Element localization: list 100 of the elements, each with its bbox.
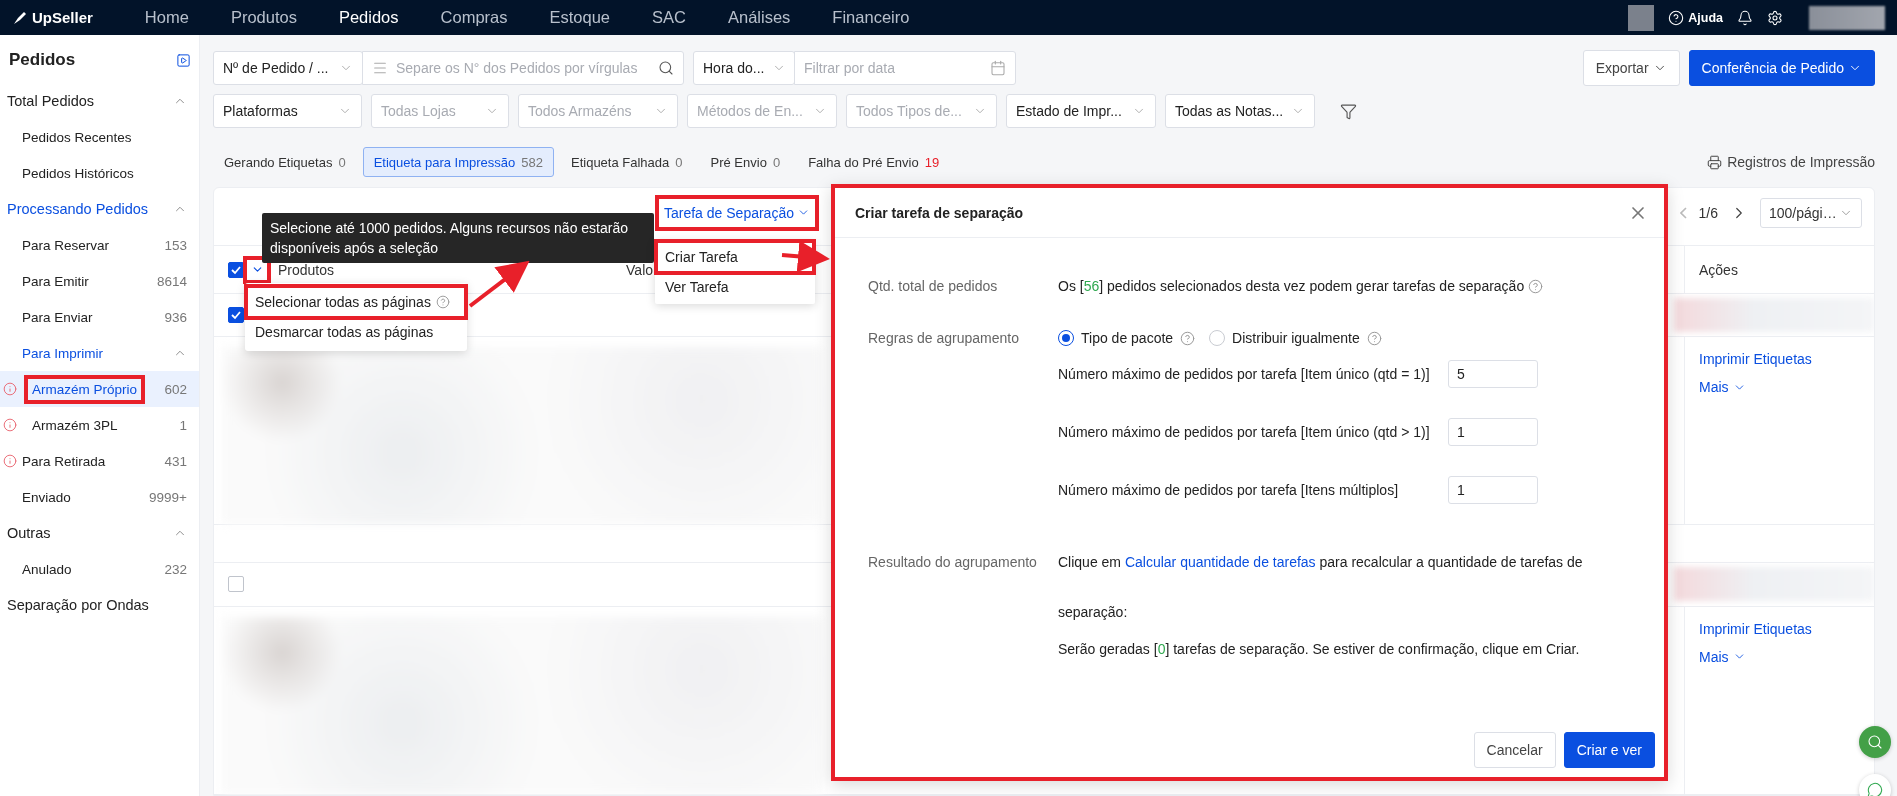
settings-icon bbox=[1767, 9, 1783, 26]
nav-item[interactable]: Pedidos bbox=[338, 8, 399, 27]
calendar-icon bbox=[990, 60, 1006, 76]
nav-item[interactable]: Estoque bbox=[549, 8, 611, 27]
nav-item[interactable]: Home bbox=[144, 8, 189, 27]
info-icon bbox=[3, 454, 17, 468]
check-icon bbox=[231, 264, 241, 275]
info-icon bbox=[3, 382, 17, 396]
item-count: 232 bbox=[164, 561, 187, 577]
select-options-chevron[interactable] bbox=[246, 258, 268, 281]
bell-icon bbox=[1737, 9, 1753, 26]
sidebar-item[interactable]: Para Enviar bbox=[17, 305, 98, 329]
item-count: 9999+ bbox=[149, 489, 187, 505]
sidebar-item[interactable]: Armazém 3PL bbox=[27, 413, 123, 437]
avatar[interactable] bbox=[1628, 4, 1655, 31]
tooltip: Selecione até 1000 pedidos. Alguns recursos não estarão disponíveis após a seleção bbox=[262, 213, 654, 263]
sidebar-item[interactable]: Outras bbox=[2, 521, 56, 545]
sidebar-title: Pedidos bbox=[9, 50, 76, 70]
sidebar-item[interactable]: Para Imprimir bbox=[17, 341, 108, 365]
sidebar-item[interactable]: Anulado bbox=[17, 557, 77, 581]
help-icon bbox=[435, 295, 450, 309]
help-link[interactable]: Ajuda bbox=[1668, 9, 1723, 26]
sidebar-item[interactable]: Para Retirada bbox=[17, 449, 111, 473]
export-button[interactable]: Exportar bbox=[1582, 50, 1680, 86]
menu-item[interactable]: Selecionar todas as páginas bbox=[247, 287, 465, 317]
chat-icon bbox=[1867, 782, 1883, 796]
search-icon bbox=[1867, 734, 1883, 750]
nav-item[interactable]: SAC bbox=[652, 8, 686, 27]
picking-task-dropdown[interactable]: Tarefa de Separação bbox=[658, 197, 816, 228]
number-field[interactable]: 5 bbox=[1448, 360, 1538, 388]
check-icon bbox=[231, 309, 241, 320]
column-header: Ações bbox=[1699, 261, 1738, 278]
recalculate-text: Clique em Calcular quantidade de tarefas para recalcular a quantidade de tarefas de separação: bbox=[1058, 553, 1584, 622]
list-icon bbox=[372, 60, 388, 76]
print-log-link[interactable]: Registros de Impressão bbox=[1707, 154, 1875, 170]
filter-select[interactable]: Todas as Notas... bbox=[1165, 94, 1315, 128]
field-label: Resultado do agrupamento bbox=[868, 553, 1038, 572]
column-header: Produtos bbox=[278, 261, 335, 278]
number-field[interactable]: 1 bbox=[1448, 418, 1538, 446]
nav-item[interactable]: Análises bbox=[728, 8, 791, 27]
sidebar-item[interactable]: Pedidos Históricos bbox=[17, 161, 139, 185]
sidebar-item[interactable]: Processando Pedidos bbox=[2, 197, 154, 221]
nav-item[interactable]: Financeiro bbox=[832, 8, 910, 27]
create-and-view-button[interactable]: Criar e ver bbox=[1563, 732, 1655, 768]
total-orders-text: Os [56] pedidos selecionados desta vez podem gerar tarefas de separação bbox=[1058, 277, 1525, 296]
limit-label: Número máximo de pedidos por tarefa [Item único (qtd = 1)] bbox=[1058, 365, 1430, 384]
field-label: Regras de agrupamento bbox=[868, 329, 1020, 348]
item-count: 431 bbox=[164, 453, 187, 469]
sidebar-item[interactable]: Para Reservar bbox=[17, 233, 115, 257]
status-tab[interactable]: Pré Envio 0 bbox=[699, 147, 792, 177]
order-checkbox[interactable] bbox=[228, 576, 244, 593]
limit-label: Número máximo de pedidos por tarefa [Itens múltiplos] bbox=[1058, 481, 1399, 500]
nav-item[interactable]: Compras bbox=[440, 8, 508, 27]
filter-select[interactable]: Estado de Impr... bbox=[1006, 94, 1156, 128]
sidebar-item[interactable]: Total Pedidos bbox=[2, 89, 100, 113]
filter-select[interactable]: Plataformas bbox=[213, 94, 362, 128]
print-labels-link[interactable]: Imprimir Etiquetas bbox=[1699, 620, 1860, 637]
filter-select[interactable]: Hora do... bbox=[693, 51, 795, 85]
print-labels-link[interactable]: Imprimir Etiquetas bbox=[1699, 351, 1860, 367]
item-count: 1 bbox=[179, 417, 187, 433]
menu-item[interactable]: Desmarcar todas as páginas bbox=[247, 317, 465, 347]
filter-select[interactable]: Nº de Pedido / ... bbox=[213, 51, 363, 85]
item-count: 602 bbox=[164, 381, 187, 397]
select-all-checkbox[interactable] bbox=[228, 261, 244, 278]
dialog-title: Criar tarefa de separação bbox=[855, 204, 1024, 221]
search-icon bbox=[658, 60, 674, 76]
status-tab[interactable]: Etiqueta Falhada 0 bbox=[560, 147, 694, 177]
grouping-radio[interactable]: Tipo de pacote bbox=[1058, 330, 1174, 346]
annotation-arrow bbox=[468, 260, 530, 308]
order-checkbox[interactable] bbox=[228, 306, 244, 323]
info-icon bbox=[3, 418, 17, 432]
column-header: Valo bbox=[626, 261, 654, 278]
sidebar-item[interactable]: Separação por Ondas bbox=[2, 593, 154, 617]
number-field[interactable]: 1 bbox=[1448, 476, 1538, 504]
sidebar-item[interactable]: Armazém Próprio bbox=[27, 377, 143, 401]
limit-label: Número máximo de pedidos por tarefa [Item único (qtd > 1)] bbox=[1058, 423, 1430, 442]
help-icon bbox=[1668, 9, 1685, 26]
logo[interactable]: UpSeller bbox=[12, 9, 93, 26]
order-check-button[interactable]: Conferência de Pedido bbox=[1688, 50, 1875, 86]
page-indicator: 1/6 bbox=[1698, 204, 1718, 221]
menu-item[interactable]: Ver Tarefa bbox=[657, 272, 813, 302]
help-icon bbox=[1366, 330, 1382, 346]
sidebar-item[interactable]: Para Emitir bbox=[17, 269, 94, 293]
more-link[interactable]: Mais bbox=[1699, 379, 1860, 395]
nav-item[interactable]: Produtos bbox=[230, 8, 297, 27]
cancel-button[interactable]: Cancelar bbox=[1473, 732, 1556, 768]
status-tab[interactable]: Etiqueta para Impressão 582 bbox=[362, 147, 554, 177]
menu-item[interactable]: Criar Tarefa bbox=[657, 242, 813, 272]
more-link[interactable]: Mais bbox=[1699, 648, 1860, 665]
calculate-link[interactable]: Calcular quantidade de tarefas bbox=[1124, 554, 1316, 570]
grouping-radio[interactable]: Distribuir igualmente bbox=[1209, 330, 1360, 346]
printer-icon bbox=[1707, 154, 1723, 170]
sidebar-item[interactable]: Pedidos Recentes bbox=[17, 125, 137, 149]
item-count: 153 bbox=[164, 237, 187, 253]
page-size-select[interactable]: 100/pági… bbox=[1760, 197, 1862, 228]
sidebar-item[interactable]: Enviado bbox=[17, 485, 76, 509]
status-tab[interactable]: Gerando Etiquetas 0 bbox=[213, 147, 357, 177]
search-button[interactable] bbox=[1859, 726, 1891, 758]
previous-page-icon bbox=[1679, 206, 1687, 219]
status-tab[interactable]: Falha do Pré Envio 19 bbox=[797, 147, 951, 177]
